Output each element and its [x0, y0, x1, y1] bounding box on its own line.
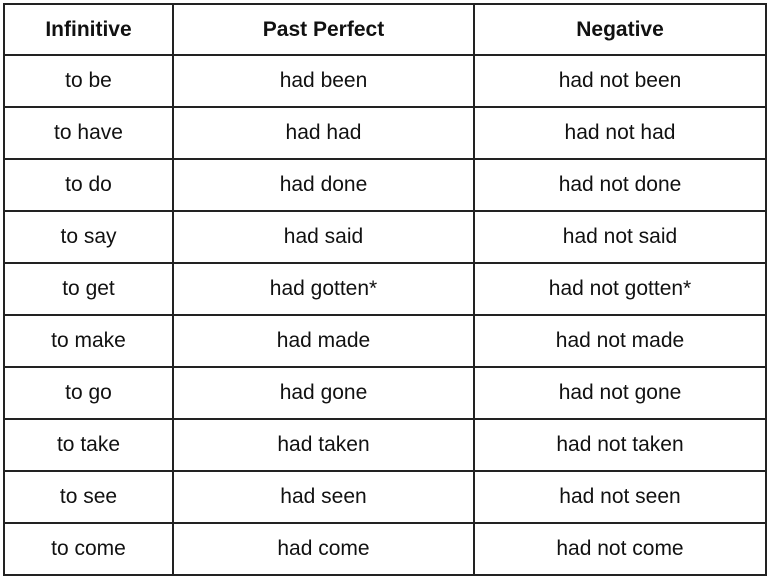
cell-past-perfect: had seen — [172, 470, 475, 524]
cell-infinitive: to get — [3, 262, 174, 316]
table-row: to say had said had not said — [3, 210, 767, 264]
past-perfect-table: Infinitive Past Perfect Negative to be h… — [3, 3, 767, 576]
table-row: to make had made had not made — [3, 314, 767, 368]
table-row: to take had taken had not taken — [3, 418, 767, 472]
cell-infinitive: to make — [3, 314, 174, 368]
cell-past-perfect: had made — [172, 314, 475, 368]
header-negative: Negative — [473, 3, 767, 56]
cell-negative: had not had — [473, 106, 767, 160]
cell-negative: had not said — [473, 210, 767, 264]
header-row: Infinitive Past Perfect Negative — [3, 3, 767, 56]
cell-negative: had not gotten* — [473, 262, 767, 316]
cell-past-perfect: had gotten* — [172, 262, 475, 316]
table-row: to be had been had not been — [3, 54, 767, 108]
cell-negative: had not gone — [473, 366, 767, 420]
cell-negative: had not seen — [473, 470, 767, 524]
cell-past-perfect: had been — [172, 54, 475, 108]
table-row: to come had come had not come — [3, 522, 767, 576]
table-row: to have had had had not had — [3, 106, 767, 160]
cell-past-perfect: had taken — [172, 418, 475, 472]
cell-past-perfect: had done — [172, 158, 475, 212]
table-row: to get had gotten* had not gotten* — [3, 262, 767, 316]
cell-past-perfect: had gone — [172, 366, 475, 420]
cell-infinitive: to come — [3, 522, 174, 576]
cell-negative: had not come — [473, 522, 767, 576]
cell-negative: had not done — [473, 158, 767, 212]
cell-infinitive: to be — [3, 54, 174, 108]
cell-negative: had not been — [473, 54, 767, 108]
cell-negative: had not made — [473, 314, 767, 368]
cell-infinitive: to say — [3, 210, 174, 264]
header-infinitive: Infinitive — [3, 3, 174, 56]
cell-infinitive: to go — [3, 366, 174, 420]
table-row: to see had seen had not seen — [3, 470, 767, 524]
cell-past-perfect: had said — [172, 210, 475, 264]
cell-past-perfect: had come — [172, 522, 475, 576]
header-past-perfect: Past Perfect — [172, 3, 475, 56]
table-row: to go had gone had not gone — [3, 366, 767, 420]
table-row: to do had done had not done — [3, 158, 767, 212]
cell-infinitive: to have — [3, 106, 174, 160]
cell-infinitive: to see — [3, 470, 174, 524]
cell-negative: had not taken — [473, 418, 767, 472]
cell-past-perfect: had had — [172, 106, 475, 160]
cell-infinitive: to do — [3, 158, 174, 212]
cell-infinitive: to take — [3, 418, 174, 472]
